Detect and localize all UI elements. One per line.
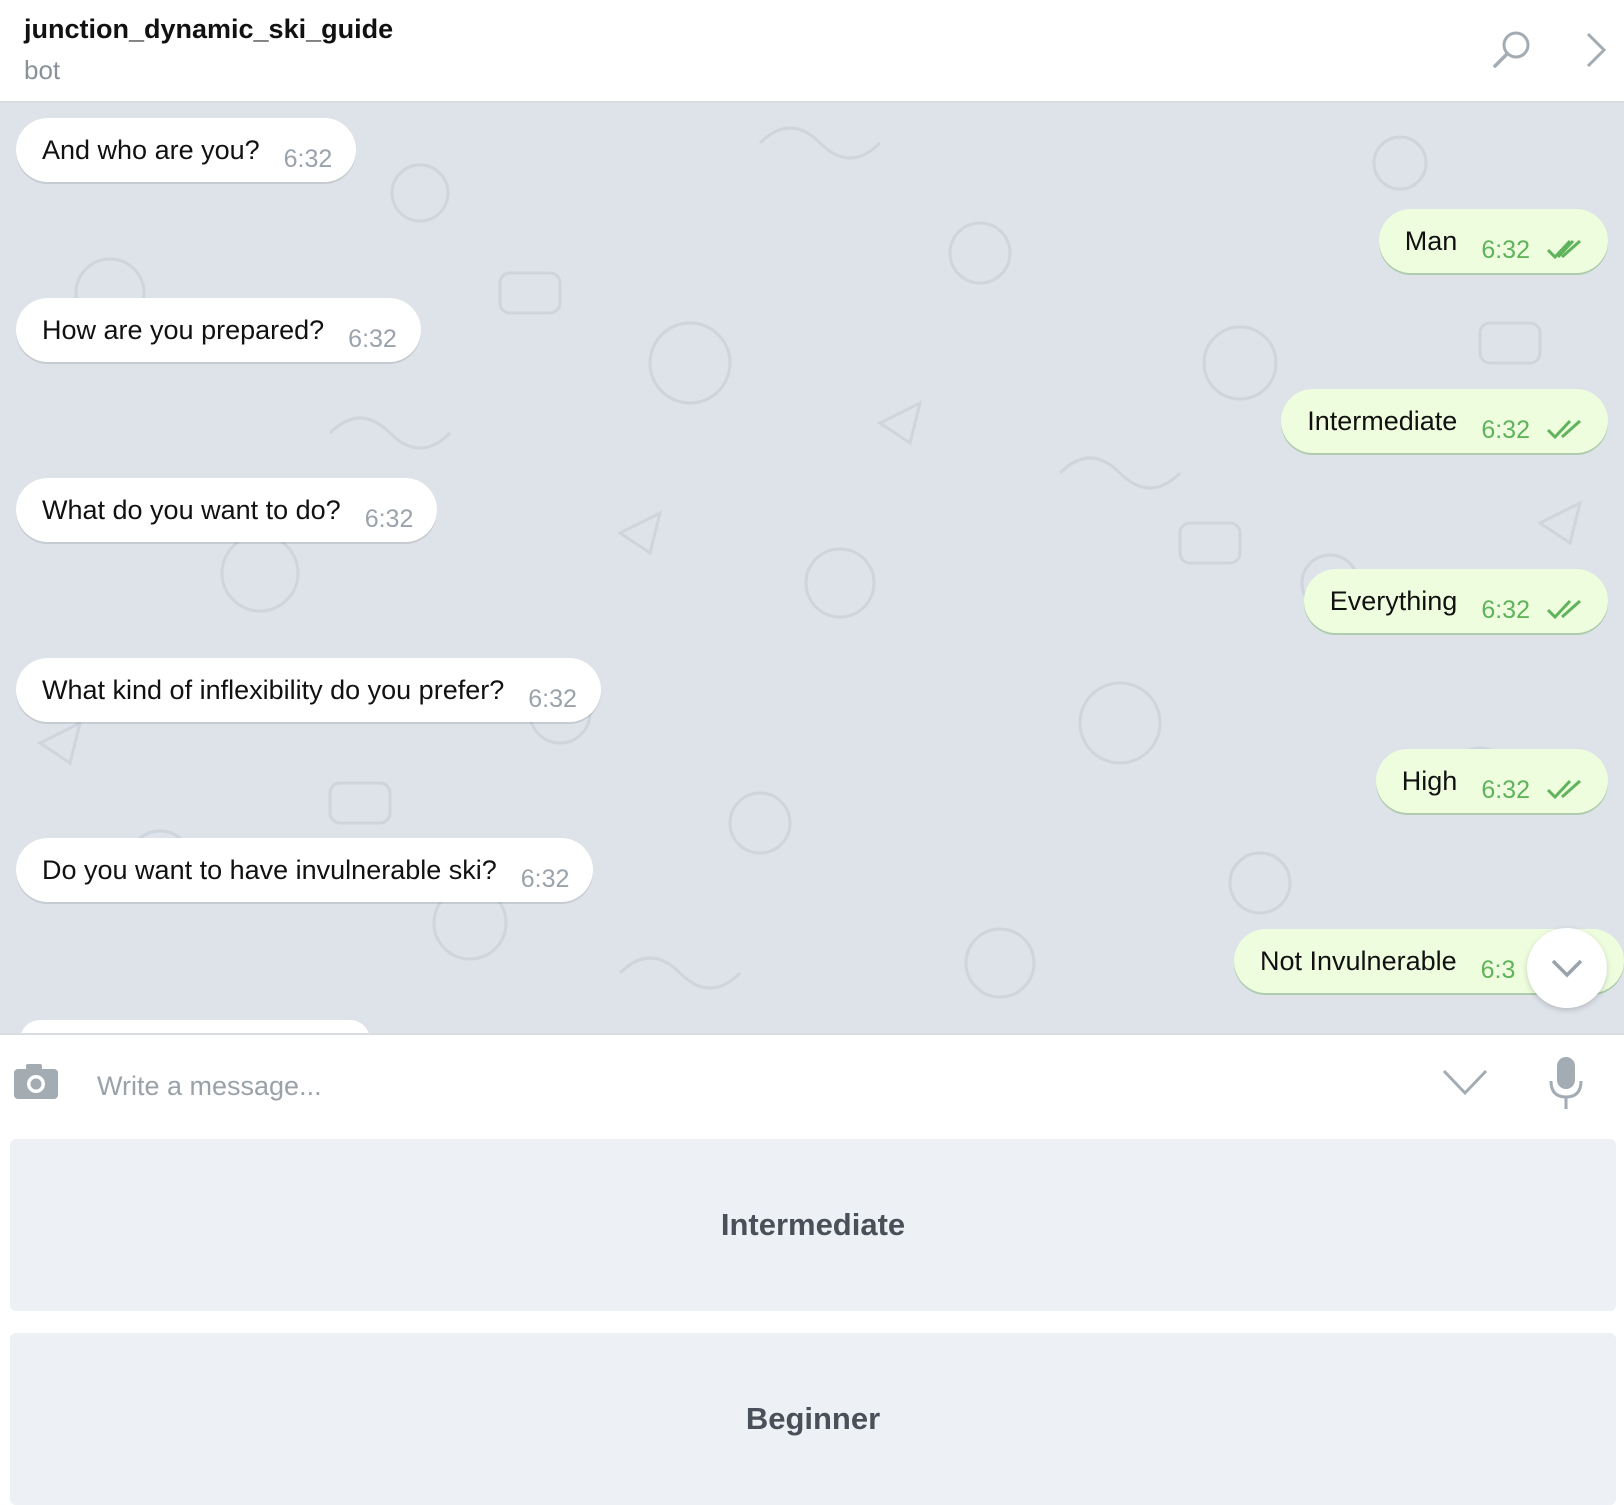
message-incoming[interactable]: And who are you? 6:32 [16, 118, 357, 182]
camera-icon[interactable] [12, 1061, 60, 1101]
chat-subtitle: bot [24, 55, 61, 85]
message-time: 6:32 [1481, 415, 1530, 444]
message-text: Not Invulnerable [1260, 945, 1457, 976]
message-list[interactable]: And who are you? 6:32 Man 6:32 How are y… [0, 103, 1624, 1033]
message-outgoing[interactable]: Everything 6:32 [1303, 569, 1608, 633]
scroll-to-bottom-button[interactable] [1527, 928, 1607, 1008]
message-text: How are you prepared? [42, 314, 325, 345]
message-composer [0, 1033, 1624, 1136]
message-time: 6:32 [528, 684, 577, 713]
message-incoming[interactable]: What do you want to do? 6:32 [16, 478, 438, 542]
message-incoming[interactable]: How are you prepared? 6:32 [16, 298, 421, 362]
message-time: 6:32 [1481, 235, 1530, 264]
chevron-down-icon [1551, 959, 1583, 978]
keyboard-button-intermediate[interactable]: Intermediate [10, 1139, 1616, 1311]
message-outgoing[interactable]: Intermediate 6:32 [1281, 389, 1608, 453]
chevron-right-icon[interactable] [1572, 26, 1620, 74]
message-time: 6:32 [1481, 775, 1530, 804]
message-outgoing[interactable]: High 6:32 [1375, 749, 1608, 813]
message-time: 6:32 [364, 504, 414, 533]
double-check-icon [1546, 779, 1581, 800]
chat-header: junction_dynamic_ski_guide bot [0, 0, 1624, 103]
microphone-icon[interactable] [1548, 1055, 1584, 1111]
message-incoming-partial [20, 1020, 370, 1033]
chevron-down-icon[interactable] [1440, 1067, 1490, 1097]
message-text: Intermediate [1307, 405, 1458, 436]
double-check-icon [1546, 599, 1581, 620]
chat-title[interactable]: junction_dynamic_ski_guide [24, 14, 393, 45]
keyboard-button-beginner[interactable]: Beginner [10, 1333, 1616, 1505]
message-incoming[interactable]: Do you want to have invulnerable ski? 6:… [16, 838, 594, 902]
message-text: Everything [1329, 585, 1458, 616]
message-incoming[interactable]: What kind of inflexibility do you prefer… [16, 658, 601, 722]
message-time: 6:32 [348, 324, 397, 353]
message-time: 6:32 [520, 864, 570, 893]
message-text: High [1401, 765, 1458, 796]
message-text: Man [1404, 225, 1458, 256]
message-time: 6:32 [1481, 595, 1530, 624]
message-time: 6:32 [283, 144, 333, 173]
message-text: And who are you? [42, 134, 260, 165]
double-check-icon [1546, 239, 1581, 260]
message-text: What kind of inflexibility do you prefer… [42, 674, 505, 705]
double-check-icon [1546, 419, 1581, 440]
message-time: 6:3 [1480, 955, 1516, 984]
message-outgoing[interactable]: Man 6:32 [1378, 209, 1608, 273]
search-icon[interactable] [1488, 26, 1536, 74]
message-input[interactable] [95, 1061, 1399, 1111]
message-text: What do you want to do? [42, 494, 341, 525]
message-text: Do you want to have invulnerable ski? [42, 854, 497, 885]
